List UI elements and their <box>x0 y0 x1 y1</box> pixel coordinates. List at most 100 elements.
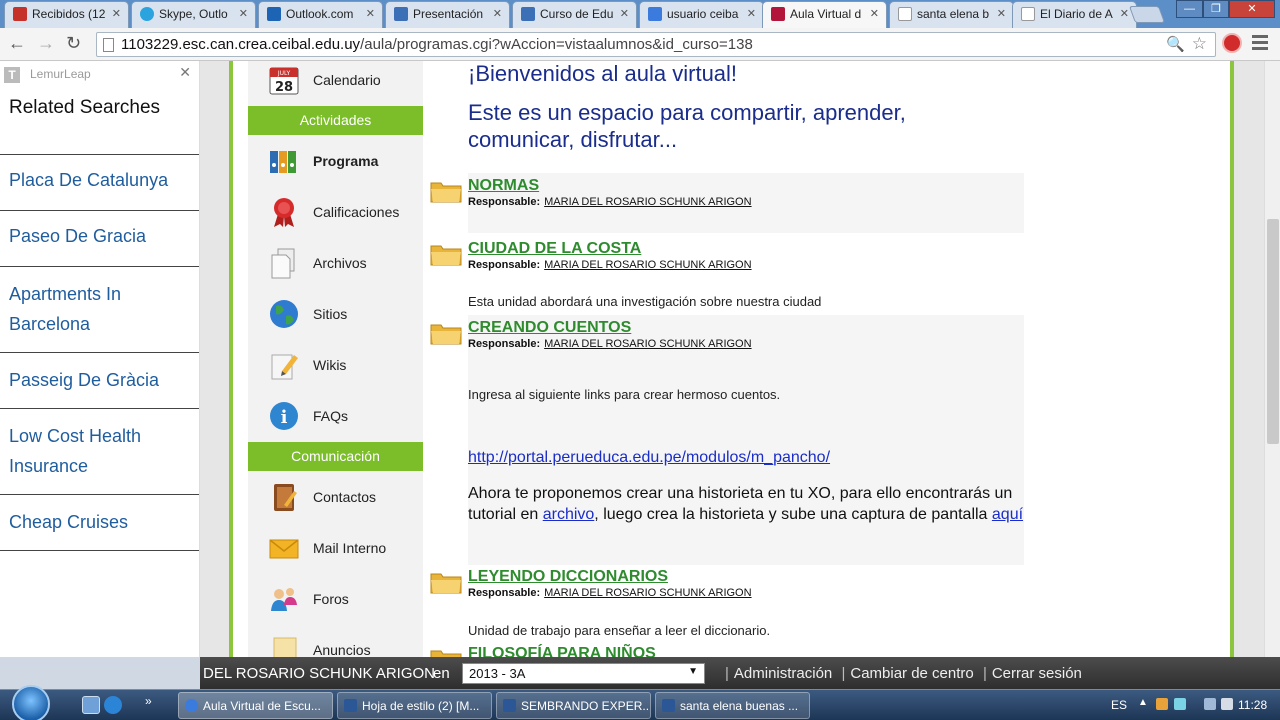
close-icon[interactable]: ✕ <box>870 7 879 20</box>
unit-title-link[interactable]: CIUDAD DE LA COSTA <box>468 236 1024 258</box>
bookmark-star-icon[interactable]: ☆ <box>1192 34 1207 54</box>
responsable-link[interactable]: MARIA DEL ROSARIO SCHUNK ARIGON <box>544 338 751 350</box>
close-window-button[interactable]: ✕ <box>1229 0 1275 18</box>
separator: | <box>982 665 987 682</box>
show-desktop-icon[interactable] <box>82 696 100 714</box>
close-icon[interactable]: ✕ <box>620 7 629 20</box>
close-icon[interactable]: ✕ <box>747 7 756 20</box>
unit-description: Unidad de trabajo para enseñar a leer el… <box>468 623 771 638</box>
note-icon <box>273 637 297 657</box>
nav-mail-interno[interactable]: Mail Interno <box>248 529 423 569</box>
nav-contactos[interactable]: Contactos <box>248 478 423 518</box>
forward-icon[interactable]: → <box>37 33 55 54</box>
back-icon[interactable]: ← <box>8 33 26 54</box>
responsable-link[interactable]: MARIA DEL ROSARIO SCHUNK ARIGON <box>544 196 751 208</box>
tab-outlook[interactable]: Outlook.com ✕ <box>258 1 383 28</box>
nav-sitios[interactable]: Sitios <box>248 295 423 335</box>
tray-expand-icon[interactable]: ▲ <box>1138 697 1148 708</box>
clock[interactable]: 11:28 <box>1238 698 1267 712</box>
reload-icon[interactable]: ↻ <box>66 33 81 54</box>
unit-title-link[interactable]: CREANDO CUENTOS <box>468 315 1024 337</box>
perueduca-link[interactable]: http://portal.perueduca.edu.pe/modulos/m… <box>468 449 830 467</box>
start-button[interactable] <box>12 685 50 720</box>
tab-skype[interactable]: Skype, Outlo ✕ <box>131 1 256 28</box>
responsable-label: Responsable: <box>468 259 541 271</box>
nav-wikis[interactable]: Wikis <box>248 346 423 386</box>
extension-icon[interactable] <box>1222 33 1242 53</box>
nav-label: FAQs <box>313 408 349 424</box>
unit-title-link[interactable]: LEYENDO DICCIONARIOS <box>468 564 1024 586</box>
nav-calificaciones[interactable]: Calificaciones <box>248 193 423 233</box>
gmail-icon <box>13 7 27 21</box>
task-word-3[interactable]: santa elena buenas ... <box>655 692 810 719</box>
close-icon[interactable]: ✕ <box>179 64 191 81</box>
responsable-link[interactable]: MARIA DEL ROSARIO SCHUNK ARIGON <box>544 587 751 599</box>
pencil-paper-icon <box>271 354 298 380</box>
tab-label: Aula Virtual d <box>790 7 862 21</box>
tray-app-icon[interactable] <box>1156 698 1168 710</box>
slides-icon <box>394 7 408 21</box>
task-word-1[interactable]: Hoja de estilo (2) [M... <box>337 692 492 719</box>
people-icon <box>271 588 297 611</box>
menu-icon[interactable] <box>1252 35 1268 53</box>
task-chrome[interactable]: Aula Virtual de Escu... <box>178 692 333 719</box>
tab-curso[interactable]: Curso de Edu ✕ <box>512 1 637 28</box>
tab-el-diario[interactable]: El Diario de A ✕ <box>1012 1 1137 28</box>
tab-usuario[interactable]: usuario ceiba ✕ <box>639 1 764 28</box>
address-bar[interactable]: 1103229.esc.can.crea.ceibal.edu.uy/aula/… <box>96 32 1216 57</box>
related-item[interactable]: Paseo De Gracia <box>0 211 199 267</box>
nav-programa[interactable]: Programa <box>248 142 423 182</box>
scrollbar-thumb[interactable] <box>1267 219 1279 444</box>
aqui-link[interactable]: aquí <box>992 506 1023 523</box>
related-item[interactable]: Cheap Cruises <box>0 495 199 551</box>
zoom-icon[interactable]: 🔍 <box>1166 35 1185 53</box>
close-icon[interactable]: ✕ <box>493 7 502 20</box>
tab-presentacion[interactable]: Presentación ✕ <box>385 1 510 28</box>
folder-icon <box>430 650 462 657</box>
related-item[interactable]: Passeig De Gràcia <box>0 353 199 409</box>
nav-foros[interactable]: Foros <box>248 580 423 620</box>
tab-gmail[interactable]: Recibidos (12 ✕ <box>4 1 129 28</box>
unit-responsable: Responsable: MARIA DEL ROSARIO SCHUNK ARI… <box>468 587 1024 599</box>
close-icon[interactable]: ✕ <box>366 7 375 20</box>
tab-santa-elena[interactable]: santa elena b ✕ <box>889 1 1014 28</box>
unit-title-link[interactable]: FILOSOFÍA PARA NIÑOS <box>468 641 1024 657</box>
course-select[interactable]: 2013 - 3A ▼ <box>462 663 705 684</box>
cambiar-centro-link[interactable]: Cambiar de centro <box>850 665 973 682</box>
task-word-2[interactable]: SEMBRANDO EXPER... <box>496 692 651 719</box>
related-item[interactable]: Placa De Catalunya <box>0 155 199 211</box>
cerrar-sesion-link[interactable]: Cerrar sesión <box>992 665 1082 682</box>
lemurleap-sidebar: T LemurLeap ✕ Related Searches Placa De … <box>0 61 200 657</box>
archivo-link[interactable]: archivo <box>543 506 595 523</box>
responsable-link[interactable]: MARIA DEL ROSARIO SCHUNK ARIGON <box>544 259 751 271</box>
administracion-link[interactable]: Administración <box>734 665 832 682</box>
close-icon[interactable]: ✕ <box>112 7 121 20</box>
nav-anuncios[interactable]: Anuncios <box>248 631 423 657</box>
language-indicator[interactable]: ES <box>1111 698 1127 712</box>
tab-aula-virtual[interactable]: Aula Virtual d ✕ <box>762 1 887 28</box>
unit-title-link[interactable]: NORMAS <box>468 173 1024 195</box>
aula-virtual-page: JULY 28 Calendario Actividades Programa <box>229 61 1234 657</box>
unit-creando-cuentos: CREANDO CUENTOS Responsable: MARIA DEL RO… <box>430 315 1024 565</box>
minimize-button[interactable]: — <box>1176 0 1203 18</box>
related-item[interactable]: Low Cost Health Insurance <box>0 409 199 495</box>
en-label: en <box>433 665 450 682</box>
close-icon[interactable]: ✕ <box>1120 7 1129 20</box>
section-actividades: Actividades <box>248 106 423 135</box>
new-tab-button[interactable] <box>1128 6 1166 23</box>
internet-explorer-icon[interactable] <box>104 696 122 714</box>
more-icon[interactable]: » <box>145 694 152 708</box>
nav-calendario[interactable]: JULY 28 Calendario <box>248 61 423 101</box>
related-item[interactable]: Apartments In Barcelona <box>0 267 199 353</box>
maximize-button[interactable]: ❐ <box>1203 0 1229 18</box>
close-icon[interactable]: ✕ <box>997 7 1006 20</box>
unit-leyendo-diccionarios: LEYENDO DICCIONARIOS Responsable: MARIA D… <box>430 564 1024 604</box>
tray-monitor-icon[interactable] <box>1204 698 1216 710</box>
volume-icon[interactable] <box>1221 698 1233 710</box>
unit-normas: NORMAS Responsable: MARIA DEL ROSARIO SCH… <box>430 173 1024 233</box>
nav-archivos[interactable]: Archivos <box>248 244 423 284</box>
close-icon[interactable]: ✕ <box>239 7 248 20</box>
tray-network-icon[interactable] <box>1174 698 1186 710</box>
nav-faqs[interactable]: i FAQs <box>248 397 423 437</box>
page-scrollbar[interactable] <box>1264 61 1280 657</box>
